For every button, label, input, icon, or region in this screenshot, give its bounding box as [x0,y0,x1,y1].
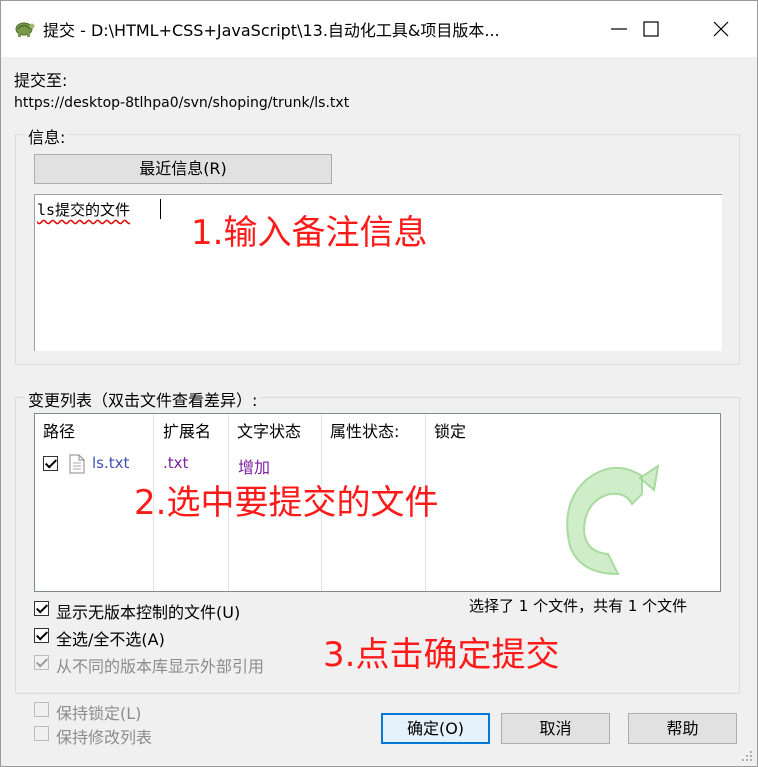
commit-to-url: https://desktop-8tlhpa0/svn/shoping/trun… [14,95,350,111]
commit-to-label: 提交至: [14,71,68,90]
maximize-icon [643,21,659,37]
changes-group-label: 变更列表（双击文件查看差异）: [25,387,261,411]
commit-dialog: 提交 - D:\HTML+CSS+JavaScript\13.自动化工具&项目版… [0,0,758,767]
file-icon [69,454,85,474]
show-unversioned-checkbox[interactable] [34,601,49,616]
show-externals-checkbox [34,655,49,670]
row-extension: .txt [163,454,189,472]
ok-button[interactable]: 确定(O) [381,713,490,744]
tortoise-icon [15,22,35,37]
close-icon [713,21,729,37]
show-unversioned-label[interactable]: 显示无版本控制的文件(U) [56,599,240,623]
message-text: ls提交的文件 [37,201,131,219]
annotation-step3: 3.点击确定提交 [323,635,560,675]
text-caret [160,199,161,219]
keep-changelists-checkbox [34,726,49,741]
row-checkbox[interactable] [43,456,58,471]
close-button[interactable] [693,1,749,57]
recent-messages-button[interactable]: 最近信息(R) [34,154,332,184]
tortoisesvn-logo-icon [566,463,660,576]
title-bar[interactable]: 提交 - D:\HTML+CSS+JavaScript\13.自动化工具&项目版… [1,1,757,57]
selection-summary: 选择了 1 个文件，共有 1 个文件 [469,597,688,615]
annotation-step2: 2.选中要提交的文件 [134,483,439,523]
keep-locks-checkbox [34,702,49,717]
maximize-button[interactable] [623,1,679,57]
message-group-label: 信息: [25,124,69,148]
column-header-text-status[interactable]: 文字状态 [229,414,321,450]
column-header-extension[interactable]: 扩展名 [155,414,228,450]
cancel-button[interactable]: 取消 [501,713,610,744]
keep-locks-label: 保持锁定(L) [56,704,142,723]
select-all-label[interactable]: 全选/全不选(A) [56,626,165,650]
column-header-path[interactable]: 路径 [35,414,153,450]
show-externals-label: 从不同的版本库显示外部引用 [56,657,265,676]
annotation-step1: 1.输入备注信息 [191,213,428,253]
resize-grip-icon[interactable] [739,748,753,762]
row-path: ls.txt [92,454,130,472]
select-all-checkbox[interactable] [34,628,49,643]
help-button[interactable]: 帮助 [628,713,737,744]
keep-changelists-label: 保持修改列表 [56,728,153,747]
column-header-property-status[interactable]: 属性状态: [322,414,425,450]
window-title: 提交 - D:\HTML+CSS+JavaScript\13.自动化工具&项目版… [43,21,500,40]
column-header-lock[interactable]: 锁定 [426,414,506,450]
